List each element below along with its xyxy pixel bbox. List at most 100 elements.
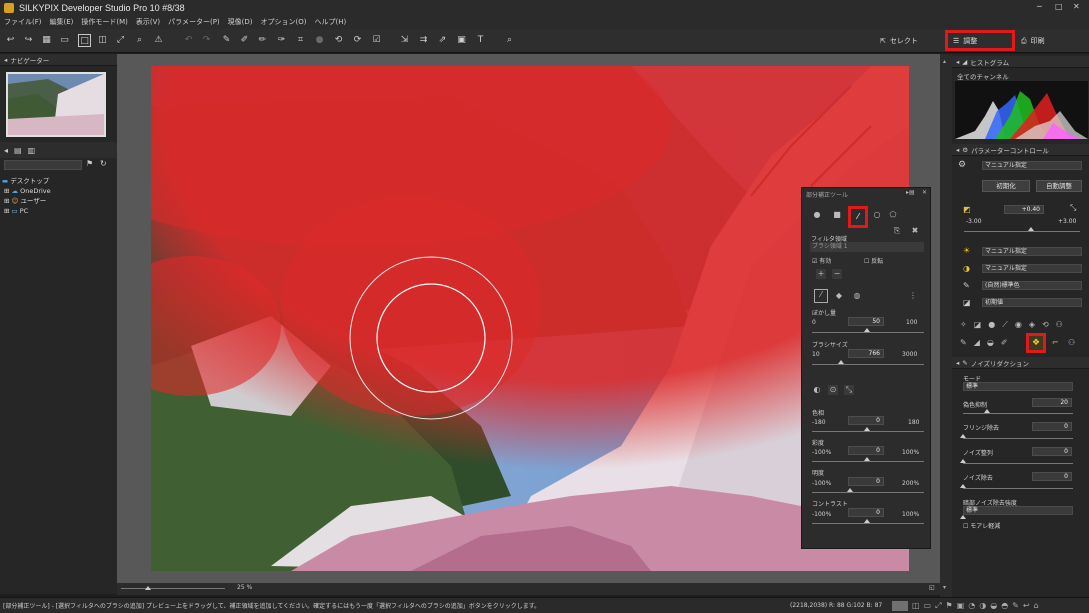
nr-fringe-slider[interactable]: [963, 438, 1073, 439]
size-value[interactable]: 766: [848, 349, 884, 358]
nr-edge-dropdown[interactable]: 標準: [963, 506, 1073, 515]
navigator-header[interactable]: ◂ ナビゲーター: [0, 54, 117, 66]
list-view-icon[interactable]: ▭: [58, 34, 71, 47]
compare-view-icon[interactable]: ◫: [96, 34, 109, 47]
grid-view-icon[interactable]: ▦: [40, 34, 53, 47]
nr-mode-dropdown[interactable]: 標準: [963, 382, 1073, 391]
collapse-icon[interactable]: ◂: [956, 58, 959, 66]
menu-develop[interactable]: 現像(D): [224, 16, 257, 29]
collapse-icon[interactable]: ◂: [956, 146, 959, 154]
polygon-filter-icon[interactable]: ⬠: [888, 210, 898, 220]
color-tab-icon[interactable]: ◐: [812, 385, 822, 395]
auto-mask-icon[interactable]: ◍: [852, 291, 862, 301]
hue-value[interactable]: 0: [848, 416, 884, 425]
preset-dropdown[interactable]: マニュアル指定: [982, 161, 1082, 170]
fullscreen-icon[interactable]: ⤢: [114, 34, 127, 47]
edge-tab-icon[interactable]: ⤡: [844, 385, 854, 395]
auto-exposure-icon[interactable]: ⤡: [1070, 203, 1076, 213]
copy-icon[interactable]: ⎘: [892, 226, 902, 236]
exposure-slider[interactable]: [964, 231, 1080, 232]
close-button[interactable]: ✕: [1073, 2, 1080, 11]
gear-icon[interactable]: ⚙: [958, 160, 966, 170]
tree-item-onedrive[interactable]: ⊞ ☁ OneDrive: [2, 186, 51, 196]
warning-icon[interactable]: ⚠: [152, 34, 165, 47]
spot-icon[interactable]: ✑: [275, 34, 288, 47]
gradient-filter-icon[interactable]: ■: [832, 210, 842, 220]
panel-menu-icon[interactable]: ▸▤: [906, 189, 915, 196]
hue-slider[interactable]: [812, 431, 924, 432]
feather-slider[interactable]: [812, 332, 924, 333]
tool-icons-row2[interactable]: ✎◢◒✐: [960, 338, 1015, 347]
collapse-icon[interactable]: ◂: [4, 56, 7, 64]
preview-image[interactable]: [151, 66, 909, 571]
menu-help[interactable]: ヘルプ(H): [311, 16, 351, 29]
contrast-value[interactable]: 0: [848, 508, 884, 517]
invert-checkbox[interactable]: ☐ 反転: [864, 256, 883, 265]
redo-icon[interactable]: ↷: [200, 34, 213, 47]
scroll-up-icon[interactable]: ▴: [943, 58, 946, 65]
bright-knob[interactable]: [847, 488, 853, 492]
adjust-mode-button[interactable]: ☰ 調整: [945, 30, 1015, 51]
zoom-value[interactable]: 25 %: [237, 584, 252, 591]
nr-remove-knob[interactable]: [960, 484, 966, 488]
size-knob[interactable]: [838, 360, 844, 364]
sharpness-dropdown[interactable]: 初期値: [982, 298, 1082, 307]
prev-icon[interactable]: ↩: [4, 34, 17, 47]
feather-value[interactable]: 50: [848, 317, 884, 326]
subtract-icon[interactable]: −: [832, 269, 842, 279]
exposure-value[interactable]: +0.40: [1004, 205, 1044, 214]
nr-remove-value[interactable]: 0: [1032, 472, 1072, 481]
tree-item-pc[interactable]: ⊞ ▭ PC: [2, 206, 51, 216]
tree-item-desktop[interactable]: ▬ デスクトップ: [2, 176, 51, 186]
menu-option[interactable]: オプション(O): [257, 16, 311, 29]
histogram-channel[interactable]: 全てのチャンネル: [952, 71, 1089, 81]
text-icon[interactable]: T: [474, 34, 487, 47]
export-icon[interactable]: ⇗: [436, 34, 449, 47]
panel-close-icon[interactable]: ✕: [922, 189, 927, 196]
exposure-knob[interactable]: [1028, 227, 1034, 231]
settings-icon[interactable]: ⋮: [908, 291, 918, 301]
tool-icons-row1[interactable]: ✧◪●⟋◉◈⟲⚇: [960, 320, 1070, 330]
sat-value[interactable]: 0: [848, 446, 884, 455]
flag-icon[interactable]: ⚑: [86, 159, 93, 168]
auto-adjust-button[interactable]: 自動調整: [1036, 180, 1082, 192]
nr-reduce-value[interactable]: 0: [1032, 447, 1072, 456]
rotate-left-icon[interactable]: ⟲: [332, 34, 345, 47]
hue-knob[interactable]: [864, 427, 870, 431]
refresh-icon[interactable]: ↻: [100, 159, 107, 168]
nr-remove-slider[interactable]: [963, 488, 1073, 489]
brush-filter-icon[interactable]: ⁄: [848, 206, 868, 228]
brush-add-icon[interactable]: ⁄: [814, 289, 828, 303]
search-icon[interactable]: ⌕: [503, 34, 516, 47]
radial-filter-icon[interactable]: ●: [812, 210, 822, 220]
navigator-thumbnail[interactable]: [6, 72, 106, 137]
brush-tool-icon[interactable]: ✏: [256, 34, 269, 47]
contrast-knob[interactable]: [864, 519, 870, 523]
rotate-right-icon[interactable]: ⟳: [351, 34, 364, 47]
param-header[interactable]: ◂ ⚙ パラメーターコントロール: [952, 144, 1089, 156]
print-mode-button[interactable]: ⎙ 印刷: [1021, 33, 1045, 49]
contrast-slider[interactable]: [812, 523, 924, 524]
wb-picker-icon[interactable]: ✎: [220, 34, 233, 47]
region-list-item[interactable]: ブラシ領域 1: [810, 242, 924, 252]
mask-icon[interactable]: ●: [313, 34, 326, 47]
menu-view[interactable]: 表示(V): [132, 16, 164, 29]
nr-fringe-value[interactable]: 0: [1032, 422, 1072, 431]
lens-icon[interactable]: ⚇: [1068, 338, 1075, 347]
collapse-icon[interactable]: ◂: [4, 146, 8, 155]
nr-reduce-knob[interactable]: [960, 459, 966, 463]
tree-item-user[interactable]: ⊞ ☺ ユーザー: [2, 196, 51, 206]
slideshow-icon[interactable]: ▣: [455, 34, 468, 47]
enabled-checkbox[interactable]: ☑ 有効: [812, 256, 831, 265]
feather-knob[interactable]: [864, 328, 870, 332]
vertical-scrollbar[interactable]: ▴ ▾: [940, 54, 952, 597]
batch-icon[interactable]: ⇉: [417, 34, 430, 47]
eraser-icon[interactable]: ◆: [834, 291, 844, 301]
menu-mode[interactable]: 操作モード(M): [77, 16, 132, 29]
dropper-icon[interactable]: ✐: [238, 34, 251, 47]
select-mode-button[interactable]: ⇱ セレクト: [880, 33, 918, 49]
nr-suppress-value[interactable]: 20: [1032, 398, 1072, 407]
develop-icon[interactable]: ⇲: [398, 34, 411, 47]
nr-edge-knob[interactable]: [960, 515, 966, 519]
path-input[interactable]: [4, 160, 82, 170]
